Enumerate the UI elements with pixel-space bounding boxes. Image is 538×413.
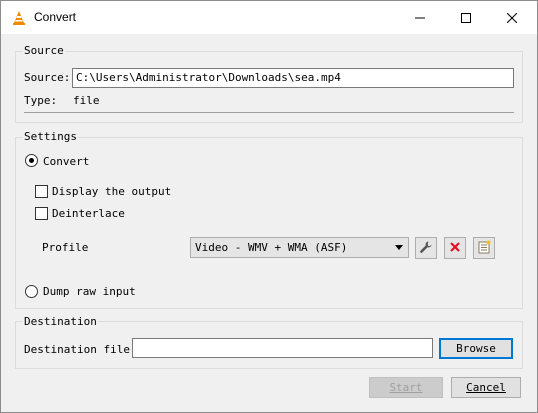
cancel-button[interactable]: Cancel (451, 377, 521, 398)
profile-select-value: Video - WMV + WMA (ASF) (195, 241, 348, 254)
chevron-down-icon (395, 245, 403, 250)
title-bar[interactable]: Convert (1, 1, 537, 34)
close-button[interactable] (489, 1, 535, 34)
minimize-icon (415, 13, 425, 23)
display-output-label[interactable]: Display the output (52, 185, 171, 198)
start-button-label: Start (389, 381, 423, 394)
convert-dialog: Convert Source Source: C:\Users\Administ… (0, 0, 538, 413)
convert-radio[interactable] (25, 154, 38, 167)
start-button[interactable]: Start (369, 377, 443, 398)
window-title: Convert (34, 10, 77, 24)
source-group-title: Source (23, 44, 65, 57)
type-value: file (73, 94, 100, 107)
source-divider (24, 112, 514, 113)
deinterlace-checkbox[interactable] (35, 207, 48, 220)
destination-file-field[interactable] (132, 338, 433, 358)
source-path-field[interactable]: C:\Users\Administrator\Downloads\sea.mp4 (72, 68, 514, 88)
cancel-button-label: Cancel (466, 381, 506, 394)
browse-button-label: Browse (456, 342, 496, 355)
profile-select[interactable]: Video - WMV + WMA (ASF) (190, 237, 409, 258)
maximize-icon (461, 12, 471, 23)
deinterlace-label[interactable]: Deinterlace (52, 207, 125, 220)
source-label: Source: (24, 71, 71, 84)
type-label: Type: (24, 94, 58, 107)
new-profile-button[interactable] (473, 237, 495, 259)
wrench-icon (419, 240, 433, 257)
minimize-button[interactable] (397, 1, 443, 34)
destination-group-title: Destination (23, 315, 98, 328)
delete-icon (449, 241, 461, 256)
close-icon (507, 12, 517, 23)
display-output-checkbox[interactable] (35, 185, 48, 198)
dump-raw-radio[interactable] (25, 285, 38, 298)
edit-profile-button[interactable] (415, 237, 437, 259)
profile-label: Profile (42, 241, 89, 254)
settings-group (15, 137, 523, 309)
vlc-cone-icon (11, 10, 27, 26)
browse-button[interactable]: Browse (439, 338, 513, 359)
maximize-button[interactable] (443, 1, 489, 34)
dump-raw-label[interactable]: Dump raw input (43, 285, 136, 298)
new-profile-icon (477, 240, 491, 257)
destination-file-label: Destination file: (24, 343, 137, 356)
convert-label[interactable]: Convert (43, 155, 89, 168)
settings-group-title: Settings (23, 130, 78, 143)
delete-profile-button[interactable] (444, 237, 466, 259)
